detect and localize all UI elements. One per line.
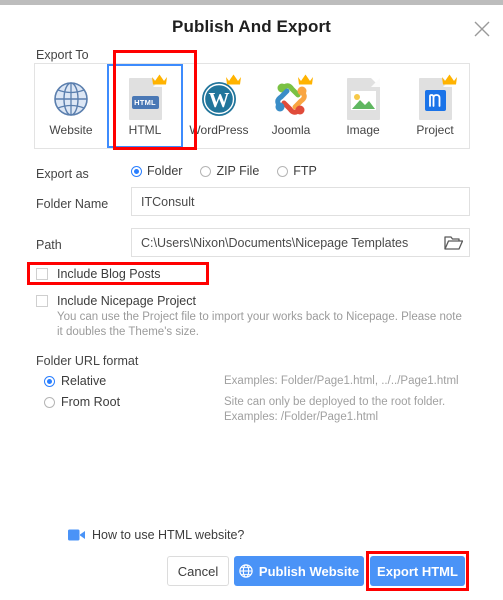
globe-icon [239,564,253,578]
export-target-label: WordPress [189,122,249,137]
joomla-icon [269,74,313,122]
cancel-button[interactable]: Cancel [167,556,229,586]
radio-export-as-zip[interactable]: ZIP File [200,164,259,178]
radio-url-format-from-root[interactable]: From Root [44,395,120,409]
html-file-tag: HTML [131,95,159,109]
wordpress-icon: W [197,74,241,122]
radio-export-as-folder[interactable]: Folder [131,164,182,178]
html-file-icon: HTML [123,74,167,122]
include-project-help-text: You can use the Project file to import y… [57,311,462,338]
svg-text:W: W [209,88,230,112]
premium-crown-icon [152,74,167,84]
close-icon[interactable] [472,19,492,39]
radio-indicator [44,396,55,408]
export-target-image[interactable]: Image [327,64,399,148]
radio-export-as-ftp[interactable]: FTP [277,164,317,178]
path-label: Path [36,238,62,252]
premium-crown-icon [226,74,241,84]
radio-label: ZIP File [216,164,260,178]
checkbox-indicator [36,268,48,280]
export-target-label: Image [346,122,380,137]
image-file-icon [341,76,385,122]
premium-crown-icon [442,74,457,84]
radio-indicator [277,165,289,177]
export-target-wordpress[interactable]: W WordPress [183,64,255,148]
radio-label: From Root [61,395,121,409]
export-as-label: Export as [36,167,89,181]
radio-url-format-relative[interactable]: Relative [44,374,106,388]
folder-name-value: ITConsult [141,194,195,209]
export-to-panel: Website HTML HTML W WordPress Joomla Ima… [34,63,470,149]
export-to-label: Export To [36,48,89,62]
export-target-label: HTML [128,122,162,137]
globe-icon [49,76,93,122]
folder-name-input[interactable]: ITConsult [131,187,470,216]
radio-label: FTP [293,164,317,178]
export-target-website[interactable]: Website [35,64,107,148]
radio-indicator [44,375,55,387]
folder-open-icon[interactable] [444,234,464,252]
export-target-project[interactable]: Project [399,64,471,148]
window-top-bar [0,0,503,5]
radio-label: Relative [61,374,107,388]
publish-website-button[interactable]: Publish Website [234,556,364,586]
checkbox-indicator [36,295,48,307]
video-camera-icon [68,529,85,541]
checkbox-label: Include Blog Posts [57,267,161,281]
radio-indicator [131,165,142,177]
path-input[interactable]: C:\Users\Nixon\Documents\Nicepage Templa… [131,228,470,257]
publish-website-label: Publish Website [258,563,360,579]
checkbox-label: Include Nicepage Project [57,294,196,308]
radio-indicator [200,165,212,177]
export-as-radio-group: Folder ZIP File FTP [131,164,330,178]
premium-crown-icon [298,74,313,84]
how-to-use-link[interactable]: How to use HTML website? [68,528,244,542]
checkbox-include-blog-posts[interactable]: Include Blog Posts [36,267,161,281]
radio-label: Folder [147,164,183,178]
export-target-joomla[interactable]: Joomla [255,64,327,148]
folder-name-label: Folder Name [36,197,109,211]
export-target-label: Joomla [271,122,311,137]
url-format-from-root-example: Site can only be deployed to the root fo… [224,396,446,423]
export-target-label: Project [416,122,454,137]
export-target-list: Website HTML HTML W WordPress Joomla Ima… [35,64,471,148]
export-target-html[interactable]: HTML HTML [107,64,183,148]
checkbox-include-nicepage-project[interactable]: Include Nicepage Project [36,294,196,308]
export-target-label: Website [49,122,93,137]
path-value: C:\Users\Nixon\Documents\Nicepage Templa… [141,235,409,250]
export-html-button[interactable]: Export HTML [370,556,465,586]
dialog-title: Publish And Export [172,17,331,36]
folder-url-format-label: Folder URL format [36,354,139,368]
project-file-icon [413,74,457,122]
publish-and-export-dialog: Publish And Export Export To Website HTM… [0,0,503,600]
url-format-relative-example: Examples: Folder/Page1.html, ../../Page1… [224,375,459,387]
how-to-use-label: How to use HTML website? [92,528,245,542]
